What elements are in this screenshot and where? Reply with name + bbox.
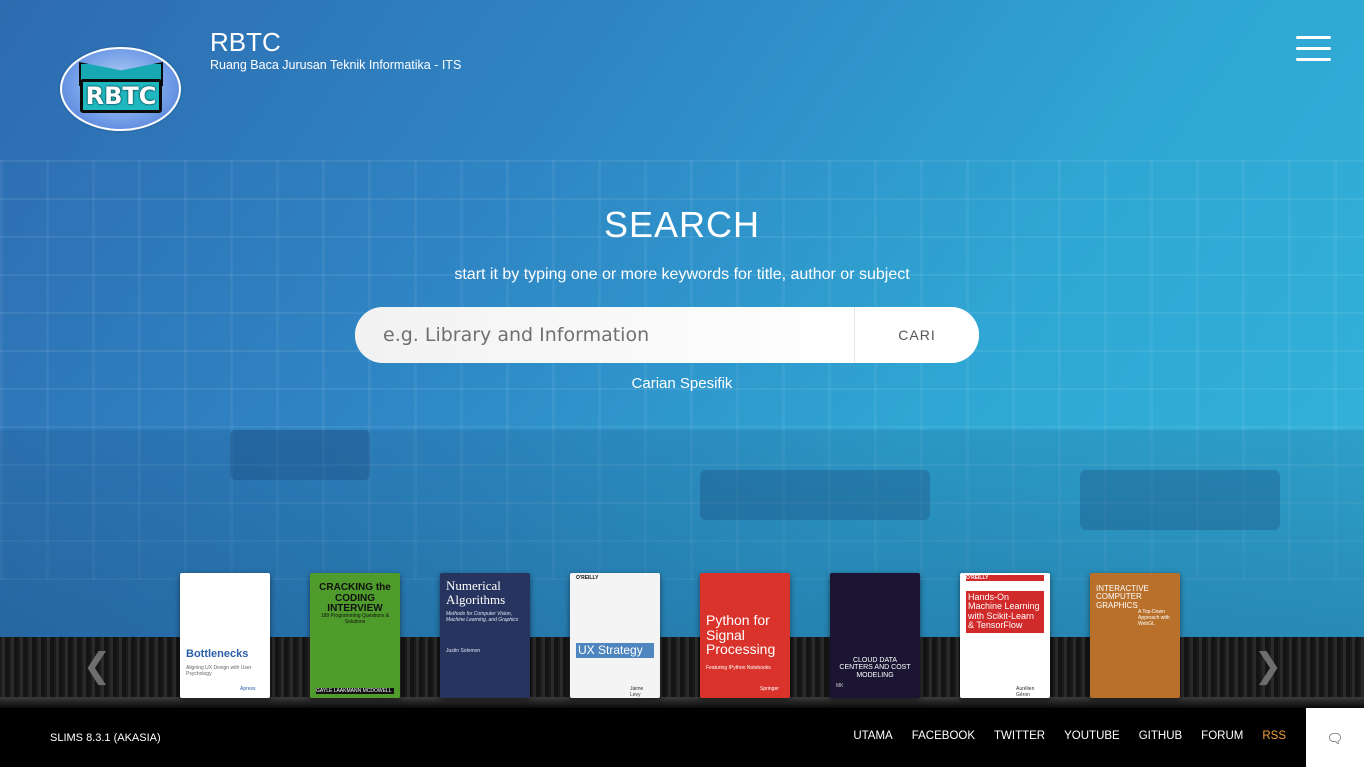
site-logo[interactable]: RBTC — [60, 47, 181, 131]
book-author: Aurélien Géron — [1016, 686, 1035, 698]
book-subtitle: A Top-Down Approach with WebGL — [1138, 609, 1170, 627]
search-hint: start it by typing one or more keywords … — [454, 266, 910, 283]
book-cover[interactable]: Python for Signal Processing Featuring I… — [700, 573, 790, 698]
book-author: Justin Solomon — [446, 648, 481, 654]
book-title: INTERACTIVE COMPUTER GRAPHICS — [1096, 584, 1149, 610]
book-cover[interactable]: O'REILLY Hands-On Machine Learning with … — [960, 573, 1050, 698]
search-input[interactable] — [355, 307, 854, 363]
menu-bar — [1296, 36, 1331, 39]
search-form: CARI — [355, 307, 979, 363]
carousel-next-icon[interactable]: ❯ — [1253, 648, 1283, 684]
book-cover[interactable]: CRACKING the CODING INTERVIEW 189 Progra… — [310, 573, 400, 698]
menu-bar — [1296, 47, 1331, 50]
desk-silhouette — [1080, 470, 1280, 530]
site-subtitle: Ruang Baca Jurusan Teknik Informatika - … — [210, 58, 462, 72]
footer-nav: UTAMA FACEBOOK TWITTER YOUTUBE GITHUB FO… — [834, 730, 1286, 742]
shelf-edge — [0, 697, 1364, 708]
footer: SLIMS 8.3.1 (AKASIA) UTAMA FACEBOOK TWIT… — [0, 708, 1364, 767]
footer-link-facebook[interactable]: FACEBOOK — [912, 730, 975, 742]
book-subtitle: 189 Programming Questions & Solutions — [320, 613, 390, 625]
book-title: CRACKING the CODING INTERVIEW — [319, 582, 391, 614]
book-title: Hands-On Machine Learning with Scikit-Le… — [966, 591, 1044, 633]
book-subtitle: Methods for Computer Vision, Machine Lea… — [446, 611, 519, 623]
hamburger-menu-icon[interactable] — [1296, 36, 1331, 62]
advanced-search-link[interactable]: Carian Spesifik — [0, 375, 1364, 392]
book-title: Bottlenecks — [186, 648, 249, 660]
footer-link-github[interactable]: GITHUB — [1139, 730, 1182, 742]
footer-link-rss[interactable]: RSS — [1262, 730, 1286, 742]
book-title: Numerical Algorithms — [446, 578, 506, 607]
footer-link-youtube[interactable]: YOUTUBE — [1064, 730, 1120, 742]
site-title[interactable]: RBTC — [210, 27, 281, 58]
footer-link-forum[interactable]: FORUM — [1201, 730, 1243, 742]
book-publisher: MK — [836, 683, 844, 689]
search-heading: SEARCH — [603, 204, 761, 245]
book-cover[interactable]: INTERACTIVE COMPUTER GRAPHICS A Top-Down… — [1090, 573, 1180, 698]
book-cover[interactable]: CLOUD DATA CENTERS AND COST MODELING MK — [830, 573, 920, 698]
book-subtitle: Aligning UX Design with User Psychology — [186, 665, 252, 677]
book-publisher: O'REILLY — [576, 575, 599, 581]
book-cover[interactable]: Numerical Algorithms Methods for Compute… — [440, 573, 530, 698]
chat-icon[interactable]: 🗨 — [1306, 708, 1364, 767]
footer-link-utama[interactable]: UTAMA — [853, 730, 892, 742]
desk-silhouette — [700, 470, 930, 520]
book-author: GAYLE LAAKMANN MCDOWELL — [316, 688, 394, 694]
desk-silhouette — [230, 430, 370, 480]
book-publisher: O'REILLY — [966, 575, 1044, 581]
book-author: Jaime Levy — [630, 686, 644, 698]
book-publisher: Springer — [760, 686, 779, 692]
logo-text: RBTC — [80, 79, 162, 113]
footer-link-twitter[interactable]: TWITTER — [994, 730, 1045, 742]
book-publisher: Apress — [240, 686, 256, 692]
menu-bar — [1296, 58, 1331, 61]
book-title: CLOUD DATA CENTERS AND COST MODELING — [839, 657, 911, 679]
book-cover[interactable]: Bottlenecks Aligning UX Design with User… — [180, 573, 270, 698]
version-label: SLIMS 8.3.1 (AKASIA) — [50, 732, 161, 744]
book-title: UX Strategy — [576, 643, 654, 658]
book-cover[interactable]: O'REILLY UX Strategy Jaime Levy — [570, 573, 660, 698]
carousel-prev-icon[interactable]: ❮ — [82, 648, 112, 684]
book-subtitle: Featuring IPython Notebooks — [706, 665, 771, 671]
search-button[interactable]: CARI — [854, 307, 979, 363]
book-title: Python for Signal Processing — [706, 612, 776, 658]
